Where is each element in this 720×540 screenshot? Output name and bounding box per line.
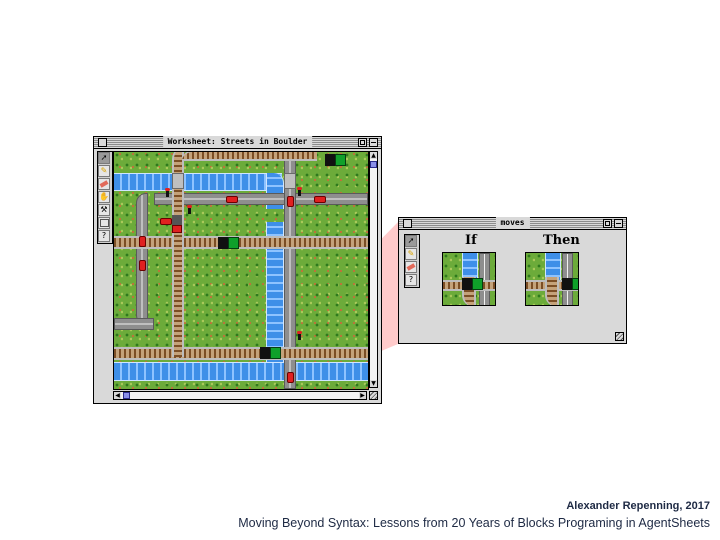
worksheet-title: Worksheet: Streets in Boulder [162,136,313,148]
arrow-tool-icon[interactable]: ➚ [98,152,110,164]
blank-tool-icon[interactable] [98,217,110,229]
car[interactable] [287,196,294,207]
rail-top [182,152,317,161]
rail-middle [114,236,368,249]
car[interactable] [139,260,146,271]
scroll-right-arrow-icon[interactable]: ▶ [359,392,366,399]
close-box-icon[interactable] [403,219,412,228]
close-box-icon[interactable] [98,138,107,147]
train [562,278,578,290]
resize-grip-icon[interactable] [615,332,624,341]
moves-title: moves [495,217,530,229]
car[interactable] [314,196,326,203]
eraser-tool-icon[interactable] [98,178,110,190]
river-upper [114,173,282,191]
then-action-panel[interactable] [525,252,579,306]
car[interactable] [139,236,146,247]
car[interactable] [226,196,238,203]
train[interactable] [325,154,346,166]
train[interactable] [260,347,281,359]
zoom-box-icon[interactable] [358,138,367,147]
worksheet-vertical-scrollbar[interactable]: ▲ ▼ [369,151,378,388]
then-label: Then [543,233,580,248]
train [462,278,483,290]
train[interactable] [218,237,239,249]
car[interactable] [160,218,172,225]
moves-tool-palette: ➚ ✎ ? [404,234,420,288]
zoom-box-icon[interactable] [603,219,612,228]
worksheet-titlebar[interactable]: Worksheet: Streets in Boulder [94,136,381,149]
river-lower [114,362,368,381]
car[interactable] [287,372,294,383]
scroll-left-arrow-icon[interactable]: ◀ [114,392,121,399]
author-credit: Alexander Repenning, 2017 [566,500,710,512]
worksheet-horizontal-scrollbar[interactable]: ◀ ▶ [113,391,367,400]
pencil-tool-icon[interactable]: ✎ [405,248,417,260]
vertical-scroll-thumb[interactable] [370,161,377,168]
rail-signal [297,331,302,340]
if-condition-panel[interactable] [442,252,496,306]
help-tool-icon[interactable]: ? [405,274,417,286]
scroll-down-arrow-icon[interactable]: ▼ [370,380,377,387]
rail-curve-tile [545,277,559,305]
rail-signal [187,205,192,214]
resize-grip-icon[interactable] [369,391,378,400]
if-label: If [465,233,477,248]
rail-signal [297,187,302,196]
pencil-tool-icon[interactable]: ✎ [98,165,110,177]
hammer-tool-icon[interactable]: ⚒ [98,204,110,216]
worksheet-window: Worksheet: Streets in Boulder ➚ ✎ ✋ ⚒ ? [93,136,382,404]
bridge [284,173,296,189]
road-left-stub [114,318,154,330]
worksheet-tool-palette: ➚ ✎ ✋ ⚒ ? [97,151,113,244]
talk-title: Moving Beyond Syntax: Lessons from 20 Ye… [238,516,710,530]
train[interactable] [172,215,182,237]
rail-lower [114,347,368,360]
arrow-tool-icon[interactable]: ➚ [405,235,417,247]
moves-titlebar[interactable]: moves [399,217,626,230]
rail-signal [165,188,170,197]
scroll-up-arrow-icon[interactable]: ▲ [370,152,377,159]
eraser-tool-icon[interactable] [405,261,417,273]
help-tool-icon[interactable]: ? [98,230,110,242]
horizontal-scroll-thumb[interactable] [123,392,130,399]
road-left-loop [136,193,148,325]
hand-tool-icon[interactable]: ✋ [98,191,110,203]
worksheet-grid[interactable] [113,151,369,390]
collapse-box-icon[interactable] [369,138,378,147]
collapse-box-icon[interactable] [614,219,623,228]
moves-window: moves ➚ ✎ ? If Then [398,217,627,344]
bridge [172,173,184,189]
road-main-horizontal [154,193,368,205]
